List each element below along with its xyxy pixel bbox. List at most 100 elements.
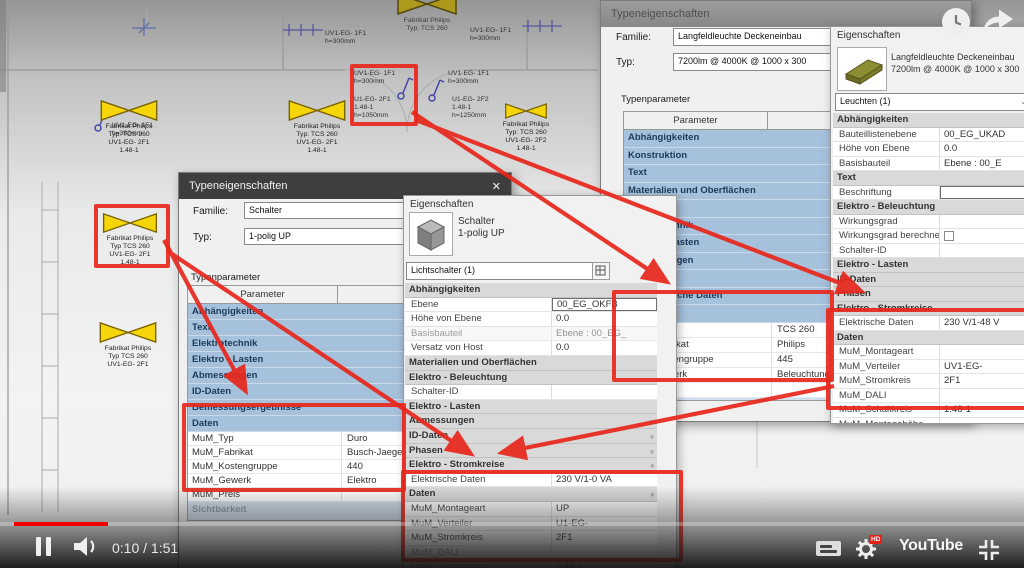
type-preview <box>409 212 453 256</box>
parameter-group-row[interactable]: Konstruktion <box>624 148 834 166</box>
parameter-group-row[interactable]: Abmessungen» <box>405 414 657 429</box>
parameter-name: Höhe von Ebene <box>405 312 552 326</box>
group-label: Phasen <box>409 445 443 456</box>
time-display: 0:10 / 1:51 <box>112 540 178 556</box>
dialog-titlebar[interactable]: Typeneigenschaften ✕ <box>601 1 971 27</box>
group-label: ID-Daten <box>837 274 876 285</box>
exit-fullscreen-button[interactable] <box>978 539 1000 561</box>
youtube-logo[interactable]: YouTube <box>899 537 963 555</box>
parameter-value[interactable] <box>552 385 657 399</box>
exit-fullscreen-icon <box>979 540 999 560</box>
collapse-chevron-icon[interactable]: » <box>645 464 657 468</box>
pause-icon <box>46 537 51 556</box>
watch-later-clock-icon <box>942 8 970 36</box>
palette-header: Eigenschaften <box>404 196 676 213</box>
collapse-chevron-icon[interactable]: » <box>645 435 657 439</box>
progress-played[interactable] <box>14 522 108 526</box>
checkbox[interactable] <box>944 231 954 241</box>
selector-value: Leuchten (1) <box>840 96 891 106</box>
light-fixture: Fabrikat Philips Typ TCS 260 UV1-EG- 2F1 <box>98 322 158 348</box>
fixture-label: Fabrikat Philips Typ TCS 260 UV1-EG- 2F1 <box>89 345 167 369</box>
typ-dropdown[interactable]: 1-polig UP⌄ <box>244 228 421 245</box>
group-label: Abhängigkeiten <box>628 132 699 143</box>
parameter-row[interactable]: MuM_Montagehöhe <box>833 418 1024 425</box>
typ-label: Typ: <box>616 57 635 68</box>
parameter-value[interactable]: 0.0 <box>940 142 1024 156</box>
parameter-name: Schalter-ID <box>833 244 940 258</box>
parameter-group-row[interactable]: Abhängigkeiten <box>624 130 834 148</box>
group-label: Abhängigkeiten <box>837 114 908 125</box>
parameter-row[interactable]: Schalter-ID <box>833 244 1024 259</box>
parameter-value[interactable] <box>940 244 1024 258</box>
watch-later-button[interactable] <box>942 8 970 36</box>
parameter-name: Basisbauteil <box>405 327 552 341</box>
captions-button[interactable] <box>816 541 841 556</box>
parameter-row[interactable]: Wirkungsgrad berechnen <box>833 229 1024 244</box>
parameter-value[interactable]: 00_EG_UKAD <box>940 128 1024 142</box>
selector-value: Lichtschalter (1) <box>411 265 475 275</box>
fixture-bowtie-icon <box>505 103 547 119</box>
parameter-row[interactable]: Bauteillistenebene00_EG_UKAD <box>833 128 1024 143</box>
parameter-group-row[interactable]: ID-Daten <box>833 273 1024 288</box>
category-selector[interactable]: Leuchten (1)⌄ <box>835 93 1024 111</box>
parameter-name: Versatz von Host <box>405 341 552 355</box>
typenparameter-label: Typenparameter <box>191 272 260 283</box>
fixture-label: Fabrikat Philips Typ: TCS 260 UV1-EG- 2F… <box>487 121 565 153</box>
parameter-row[interactable]: Höhe von Ebene0.0 <box>833 142 1024 157</box>
switch-label: U1-EG- 2F2 1.48-1 h=1250mm <box>452 96 489 120</box>
category-selector[interactable]: Lichtschalter (1)⌄ <box>406 262 606 280</box>
typ-dropdown[interactable]: 7200lm @ 4000K @ 1000 x 300⌄ <box>673 53 851 71</box>
typ-value: 1-polig UP <box>249 231 291 241</box>
parameter-value[interactable]: Ebene : 00_E <box>940 157 1024 171</box>
parameter-group-row[interactable]: Phasen <box>833 287 1024 302</box>
parameter-row[interactable]: Wirkungsgrad <box>833 215 1024 230</box>
edit-type-button[interactable] <box>592 262 610 280</box>
collapse-chevron-icon[interactable]: » <box>645 449 657 453</box>
video-frame[interactable]: Fabrikat Philips Typ: TCS 260 UV1-EG- 2F… <box>0 0 1024 568</box>
parameter-value[interactable] <box>940 229 1024 243</box>
group-label: Abhängigkeiten <box>192 306 263 317</box>
parameter-group-row[interactable]: Elektro - Beleuchtung <box>833 200 1024 215</box>
parameter-group-row[interactable]: Elektro - Lasten <box>188 352 405 368</box>
progress-track[interactable] <box>0 522 1024 526</box>
parameter-group-row[interactable]: Elektro - Lasten <box>405 400 657 415</box>
parameter-value[interactable] <box>940 215 1024 229</box>
familie-dropdown[interactable]: Schalter⌄ <box>244 202 421 219</box>
parameter-value[interactable] <box>772 383 834 397</box>
parameter-group-row[interactable]: ID-Daten» <box>405 429 657 444</box>
parameter-group-row[interactable]: Text <box>833 171 1024 186</box>
pause-icon <box>36 537 41 556</box>
parameter-group-row[interactable]: Phasen » <box>405 444 657 459</box>
familie-dropdown[interactable]: Langfeldleuchte Deckeneinbau⌄ <box>673 28 851 46</box>
parameter-name: MuM_Montagehöhe <box>833 418 940 425</box>
parameter-group-row[interactable]: Elektro - Lasten <box>833 258 1024 273</box>
share-button[interactable] <box>980 7 1016 35</box>
parameter-group-row[interactable]: Text <box>188 320 405 336</box>
group-label: Elektrotechnik <box>192 338 257 349</box>
parameter-row[interactable]: BasisbauteilEbene : 00_E <box>833 157 1024 172</box>
fixture-label: Fabrikat Philips Typ: TCS 260 <box>388 17 466 33</box>
group-label: Elektro - Lasten <box>192 354 263 365</box>
switch-label: UV1-EG- 1F1 h=300mm <box>448 70 489 86</box>
typ-label: Typ: <box>193 232 212 243</box>
parameter-group-row[interactable]: Abmessungen <box>188 368 405 384</box>
parameter-name: Wirkungsgrad berechnen <box>833 229 940 243</box>
familie-value: Langfeldleuchte Deckeneinbau <box>678 31 802 41</box>
volume-button[interactable] <box>74 537 102 557</box>
parameter-group-row[interactable]: Text <box>624 165 834 183</box>
luminaire-preview-icon <box>838 48 886 90</box>
dialog-title: Typeneigenschaften <box>189 180 287 192</box>
table-header: Parameter <box>188 286 405 304</box>
parameter-group-row[interactable]: Abhängigkeiten <box>833 113 1024 128</box>
parameter-row[interactable]: Beschriftung <box>833 186 1024 201</box>
parameter-group-row[interactable]: Elektrotechnik <box>188 336 405 352</box>
parameter-group-row[interactable]: ID-Daten <box>188 384 405 400</box>
collapse-chevron-icon[interactable]: » <box>645 420 657 424</box>
light-fixture: Fabrikat Philips Typ: TCS 260 UV1-EG- 2F… <box>505 103 547 124</box>
annotation-box-daten-back-palette <box>826 308 1024 410</box>
parameter-value[interactable] <box>940 418 1024 425</box>
parameter-row[interactable]: Schalter-ID <box>405 385 657 400</box>
parameter-value[interactable] <box>940 186 1024 200</box>
close-icon[interactable]: ✕ <box>492 180 501 193</box>
parameter-group-row[interactable]: Abhängigkeiten <box>188 304 405 320</box>
